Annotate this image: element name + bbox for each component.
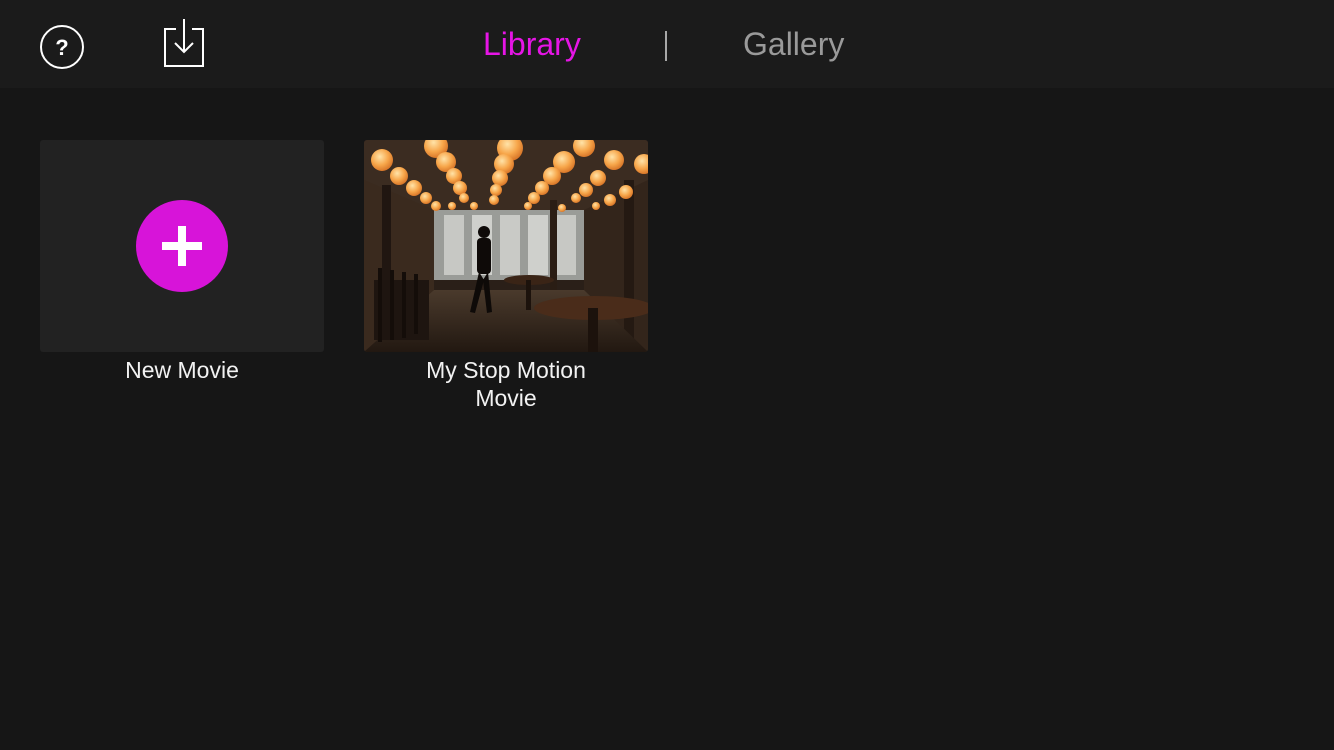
svg-text:?: ? xyxy=(55,35,68,60)
plus-icon xyxy=(162,226,202,266)
top-bar: ? Library Gallery xyxy=(0,0,1334,88)
tab-divider xyxy=(665,31,667,61)
new-movie-label: New Movie xyxy=(125,357,239,383)
tab-gallery[interactable]: Gallery xyxy=(743,24,844,64)
tab-library[interactable]: Library xyxy=(483,24,581,64)
import-button[interactable] xyxy=(162,18,206,70)
question-circle-icon: ? xyxy=(40,25,84,69)
movie-title: My Stop Motion Movie xyxy=(426,357,586,411)
app-window: ? Library Gallery New Movie My Stop Moti… xyxy=(0,0,1334,750)
help-button[interactable]: ? xyxy=(40,25,84,69)
movie-thumbnail[interactable] xyxy=(364,140,648,352)
movie-tile[interactable]: My Stop Motion Movie xyxy=(364,140,648,412)
new-movie-thumbnail[interactable] xyxy=(40,140,324,352)
restaurant-photo xyxy=(364,140,648,352)
new-movie-tile[interactable]: New Movie xyxy=(40,140,324,384)
new-movie-button[interactable] xyxy=(136,200,228,292)
download-tray-icon xyxy=(164,19,204,67)
